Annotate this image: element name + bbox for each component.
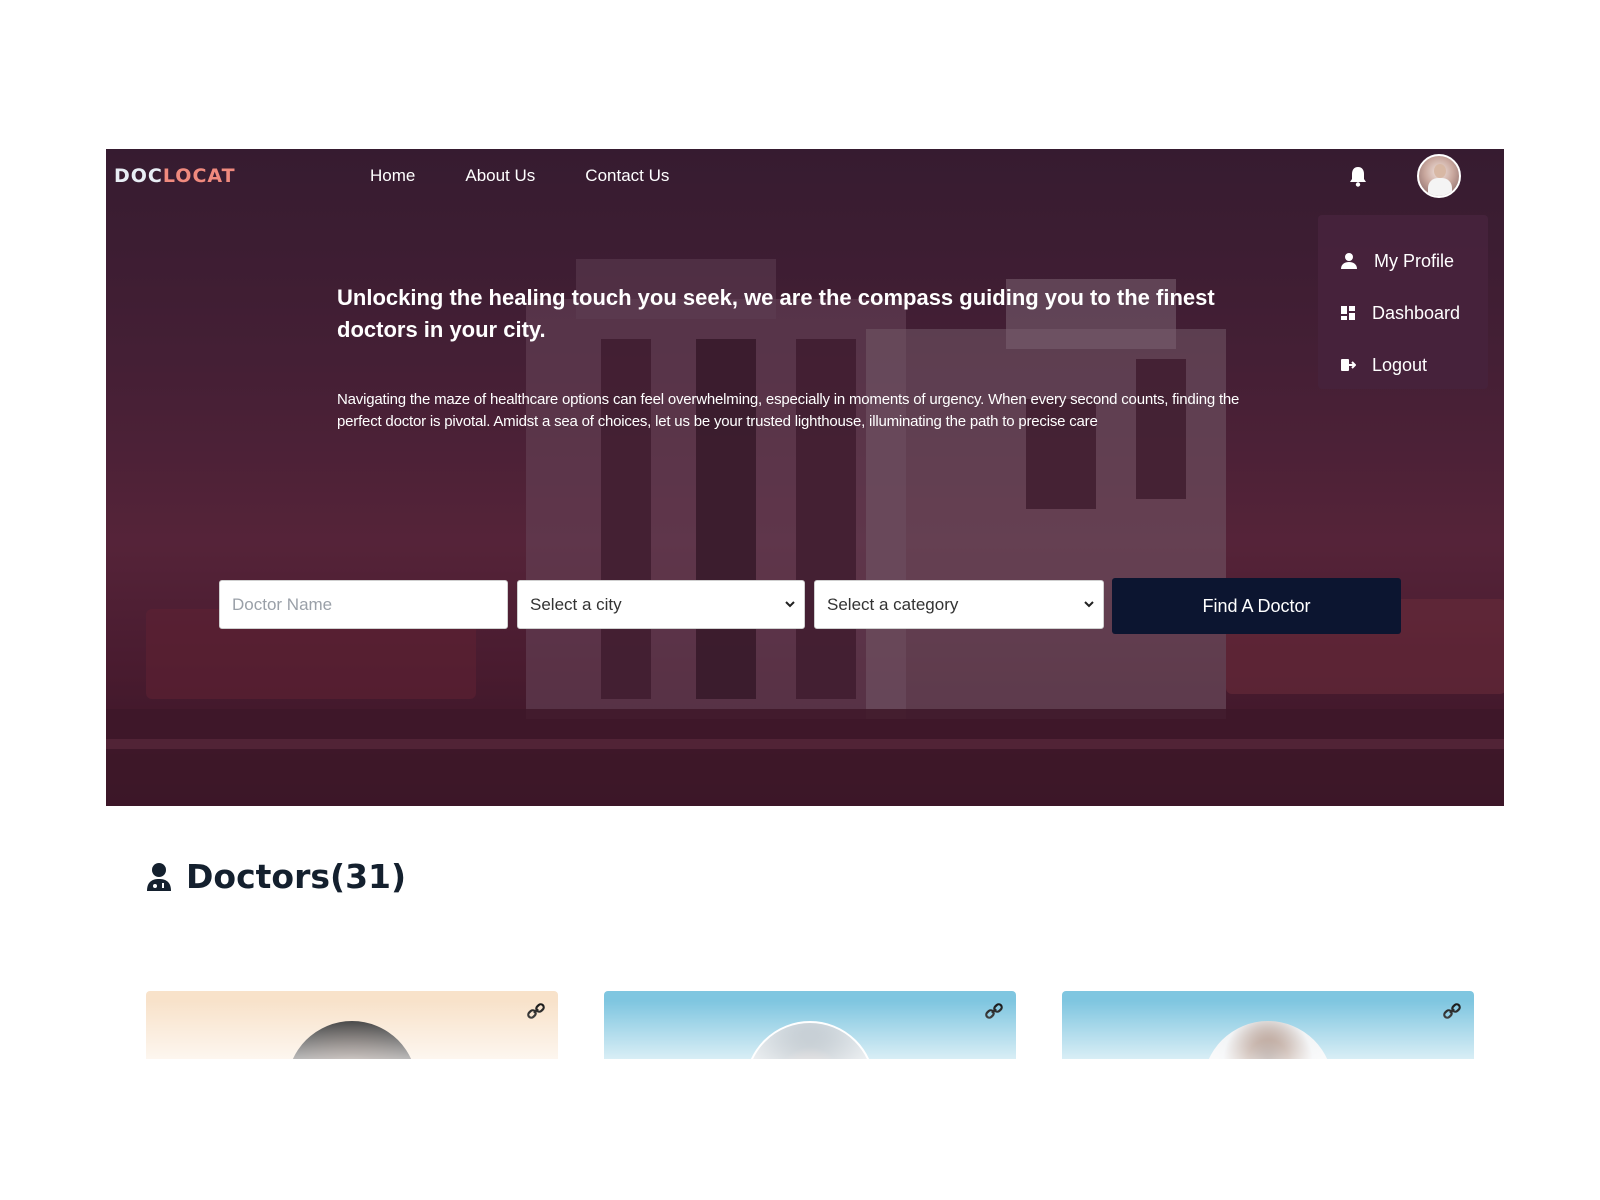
city-select-value: Select a city (530, 594, 622, 614)
doctors-section-title: Doctors(31) (146, 857, 406, 896)
nav-link-home[interactable]: Home (370, 166, 415, 186)
bell-icon[interactable] (1348, 165, 1368, 187)
logout-icon (1341, 359, 1356, 371)
doctor-card[interactable] (1062, 991, 1474, 1059)
user-icon (1341, 253, 1357, 269)
logo-text-locat: LOCAT (162, 165, 236, 187)
find-doctor-button[interactable]: Find A Doctor (1112, 578, 1401, 634)
profile-dropdown-menu: My Profile Dashboard Logout (1318, 215, 1488, 389)
category-select-value: Select a category (827, 594, 959, 614)
logo[interactable]: DOCLOCAT (114, 165, 236, 187)
link-icon[interactable] (984, 1001, 1004, 1021)
doctor-photo (287, 1021, 417, 1059)
link-icon[interactable] (1442, 1001, 1462, 1021)
chevron-down-icon (1084, 601, 1094, 608)
doctor-card[interactable] (604, 991, 1016, 1059)
nav-link-about-us[interactable]: About Us (465, 166, 535, 186)
doctor-card[interactable] (146, 991, 558, 1059)
hero-section: DOCLOCAT Home About Us Contact Us My Pro… (106, 149, 1504, 806)
menu-item-my-profile[interactable]: My Profile (1318, 235, 1488, 287)
hero-subtext: Navigating the maze of healthcare option… (337, 391, 1240, 430)
menu-item-label: Logout (1372, 354, 1428, 375)
category-select[interactable]: Select a category (814, 580, 1104, 629)
menu-item-dashboard[interactable]: Dashboard (1318, 287, 1488, 339)
menu-item-label: My Profile (1374, 250, 1455, 271)
nav-link-contact-us[interactable]: Contact Us (585, 166, 669, 186)
dashboard-icon (1341, 306, 1355, 320)
chevron-down-icon (785, 601, 795, 608)
doctor-name-input[interactable]: Doctor Name (219, 580, 508, 629)
app-viewport: DOCLOCAT Home About Us Contact Us My Pro… (106, 149, 1504, 1059)
city-select[interactable]: Select a city (517, 580, 805, 629)
menu-item-label: Dashboard (1372, 302, 1461, 323)
hero-headline: Unlocking the healing touch you seek, we… (337, 285, 1215, 342)
doctor-icon (147, 862, 171, 891)
link-icon[interactable] (526, 1001, 546, 1021)
nav-links: Home About Us Contact Us (370, 166, 719, 186)
logo-text-doc: DOC (114, 165, 163, 187)
menu-item-logout[interactable]: Logout (1318, 339, 1488, 391)
doctor-photo (745, 1021, 875, 1059)
doctor-photo (1203, 1021, 1333, 1059)
top-navbar: DOCLOCAT Home About Us Contact Us (106, 149, 1504, 205)
user-avatar[interactable] (1417, 154, 1461, 198)
doctors-count-title: Doctors(31) (186, 857, 407, 896)
